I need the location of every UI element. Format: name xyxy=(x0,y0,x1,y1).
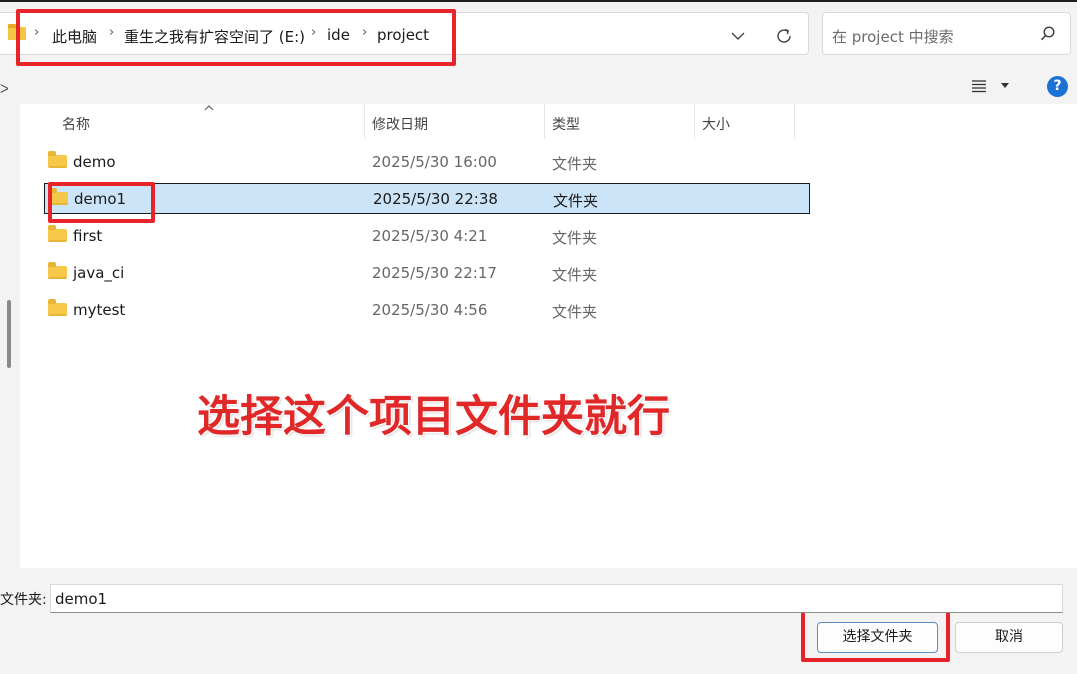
column-header-type[interactable]: 类型 xyxy=(542,104,580,139)
breadcrumb-item-this-pc[interactable]: 此电脑 xyxy=(52,26,97,47)
window-top-border xyxy=(0,0,1077,2)
breadcrumb-separator: › xyxy=(34,25,40,40)
search-box[interactable]: 在 project 中搜索 xyxy=(822,12,1071,55)
address-bar[interactable]: › 此电脑 › 重生之我有扩容空间了 (E:) › ide › project xyxy=(0,12,809,55)
column-header-size[interactable]: 大小 xyxy=(692,104,730,139)
chevron-down-icon[interactable] xyxy=(727,25,749,47)
file-row-mytest[interactable]: mytest 2025/5/30 4:56 文件夹 xyxy=(44,295,810,326)
select-folder-button[interactable]: 选择文件夹 xyxy=(817,622,938,653)
column-divider[interactable] xyxy=(794,104,795,139)
folder-name-input[interactable] xyxy=(50,584,1063,613)
file-modified: 2025/5/30 4:21 xyxy=(372,227,488,245)
file-row-demo[interactable]: demo 2025/5/30 16:00 文件夹 xyxy=(44,147,810,178)
file-type: 文件夹 xyxy=(552,266,598,284)
cancel-button[interactable]: 取消 xyxy=(955,622,1063,653)
file-type: 文件夹 xyxy=(553,192,599,210)
file-type: 文件夹 xyxy=(552,229,598,247)
file-type: 文件夹 xyxy=(552,155,598,173)
file-name: demo xyxy=(73,153,116,171)
file-name: java_ci xyxy=(73,264,125,282)
folder-field-label: 文件夹: xyxy=(0,592,47,608)
breadcrumb-item-drive-e[interactable]: 重生之我有扩容空间了 (E:) xyxy=(124,26,305,47)
sort-ascending-icon xyxy=(204,105,214,111)
nav-pane-edge: ᐳ xyxy=(0,82,9,96)
navigation-pane-scrollbar[interactable] xyxy=(7,300,11,368)
refresh-icon[interactable] xyxy=(773,25,795,47)
instruction-annotation: 选择这个项目文件夹就行 xyxy=(197,392,670,442)
file-name: mytest xyxy=(73,301,126,319)
folder-icon xyxy=(48,262,67,279)
folder-icon xyxy=(48,299,67,316)
column-header-modified[interactable]: 修改日期 xyxy=(362,104,428,139)
file-row-demo1[interactable]: demo1 2025/5/30 22:38 文件夹 xyxy=(44,183,810,214)
breadcrumb-separator: › xyxy=(311,25,317,40)
search-icon[interactable] xyxy=(1039,25,1057,43)
file-row-first[interactable]: first 2025/5/30 4:21 文件夹 xyxy=(44,221,810,252)
breadcrumb-folder-icon xyxy=(8,24,26,40)
toolbar: ? xyxy=(0,66,1077,104)
file-modified: 2025/5/30 22:38 xyxy=(373,190,498,208)
folder-icon xyxy=(48,151,67,168)
folder-icon xyxy=(48,225,67,242)
file-modified: 2025/5/30 16:00 xyxy=(372,153,497,171)
view-dropdown-icon[interactable] xyxy=(1000,82,1010,90)
list-view-icon[interactable] xyxy=(971,79,987,93)
file-type: 文件夹 xyxy=(552,303,598,321)
file-row-java-ci[interactable]: java_ci 2025/5/30 22:17 文件夹 xyxy=(44,258,810,289)
breadcrumb-separator: › xyxy=(109,25,115,40)
file-list: 名称 修改日期 类型 大小 demo 2025/5/30 16:00 文件夹 d… xyxy=(20,104,1077,568)
search-placeholder: 在 project 中搜索 xyxy=(832,28,954,46)
breadcrumb-item-ide[interactable]: ide xyxy=(327,26,350,44)
file-name: demo1 xyxy=(74,190,127,208)
help-icon[interactable]: ? xyxy=(1047,76,1068,97)
breadcrumb-separator: › xyxy=(362,25,368,40)
navigation-bar: › 此电脑 › 重生之我有扩容空间了 (E:) › ide › project … xyxy=(0,0,1077,66)
column-header-name[interactable]: 名称 xyxy=(52,104,90,139)
file-modified: 2025/5/30 22:17 xyxy=(372,264,497,282)
breadcrumb-item-project[interactable]: project xyxy=(377,26,429,44)
file-modified: 2025/5/30 4:56 xyxy=(372,301,488,319)
file-name: first xyxy=(73,227,103,245)
folder-icon xyxy=(49,188,68,205)
